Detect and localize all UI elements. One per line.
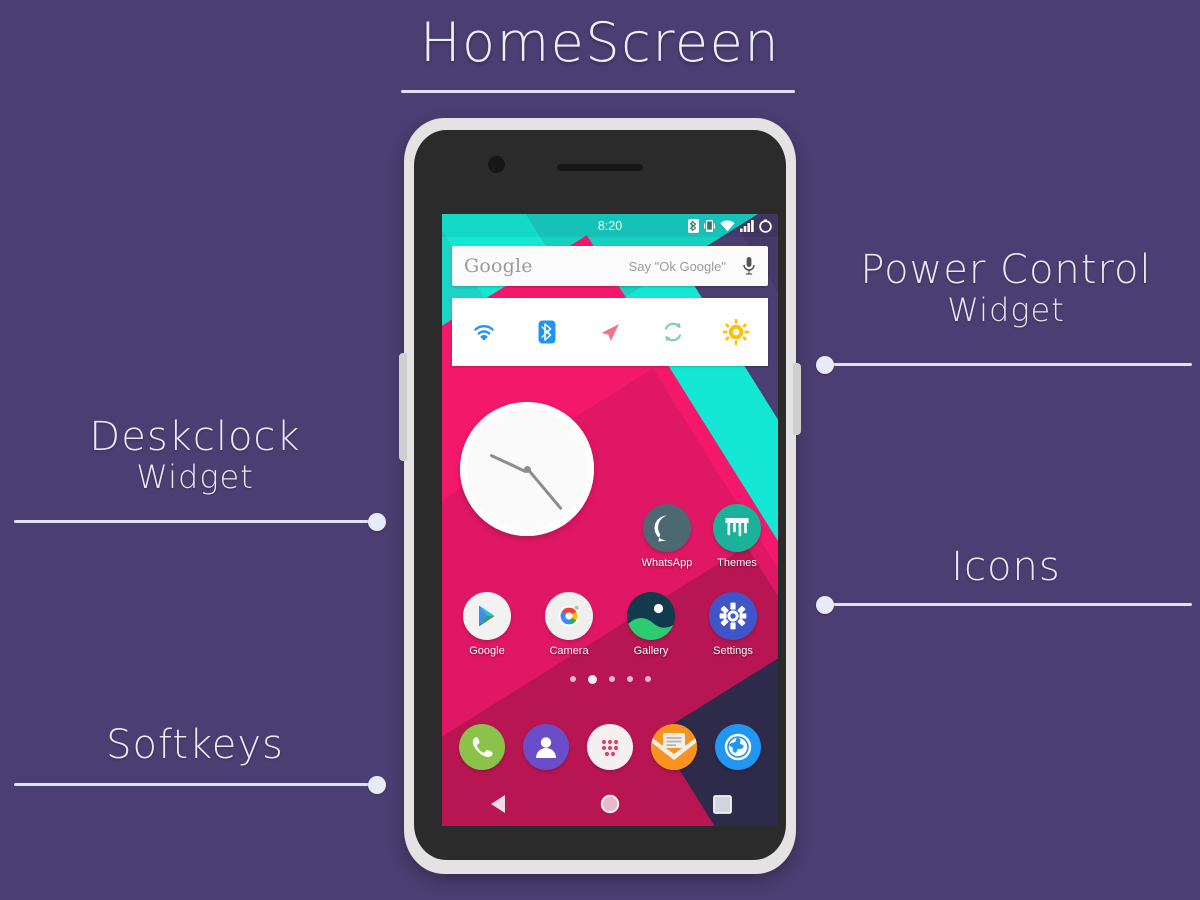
annotation-power-control: Power Control Widget: [812, 248, 1200, 329]
leader-line-softkeys: [14, 783, 374, 786]
clock-hour-hand: [489, 453, 527, 474]
clock-center-pin: [523, 465, 531, 473]
power-control-widget[interactable]: [452, 298, 768, 366]
page-dot[interactable]: [569, 676, 576, 682]
search-placeholder: Say "Ok Google": [628, 258, 726, 274]
power-toggle-wifi[interactable]: [464, 312, 504, 352]
page-dot[interactable]: [626, 676, 633, 682]
wifi-icon: [720, 219, 735, 231]
volume-button[interactable]: [399, 353, 407, 461]
status-bar-time: 8:20: [597, 218, 623, 233]
whatsapp-icon: [643, 504, 691, 552]
leader-dot-softkeys: [368, 776, 386, 794]
page-dot[interactable]: [608, 676, 615, 682]
power-toggle-sync[interactable]: [653, 312, 693, 352]
annotation-icons: Icons: [951, 544, 1061, 590]
wifi-icon: [473, 325, 494, 341]
phone-front-face: 8:20 Google Say "Ok Google" WhatsApp The…: [414, 130, 786, 860]
vibrate-icon: [704, 219, 715, 232]
status-bar-icons: [688, 218, 772, 233]
leader-dot-icons: [816, 596, 834, 614]
app-row-2: Google Camera Gallery Settings: [442, 592, 778, 657]
signal-icon: [740, 219, 754, 232]
bluetooth-icon: [688, 218, 699, 233]
navbar-softkeys: [442, 782, 778, 826]
power-toggle-brightness[interactable]: [716, 312, 756, 352]
page-title: HomeScreen: [419, 11, 781, 74]
browser-globe-icon[interactable]: [715, 724, 761, 770]
app-gallery[interactable]: Gallery: [616, 592, 686, 657]
phone-device: 8:20 Google Say "Ok Google" WhatsApp The…: [399, 118, 801, 874]
front-camera-icon: [488, 156, 505, 173]
app-label: Camera: [549, 645, 589, 657]
annotation-deskclock-line2: Widget: [136, 458, 254, 496]
app-label: Themes: [717, 557, 757, 569]
page-dot-active[interactable]: [587, 674, 597, 684]
power-toggle-gps[interactable]: [590, 312, 630, 352]
app-settings[interactable]: Settings: [698, 592, 768, 657]
app-label: Google: [469, 645, 505, 657]
page-indicator[interactable]: [442, 674, 778, 684]
back-triangle-icon[interactable]: [478, 784, 518, 824]
title-underline: [401, 90, 795, 93]
google-logo: Google: [464, 255, 533, 277]
email-icon[interactable]: [651, 724, 697, 770]
app-label: Gallery: [633, 645, 669, 657]
app-whatsapp[interactable]: WhatsApp: [632, 504, 702, 569]
earpiece-speaker: [557, 164, 643, 171]
app-drawer-icon[interactable]: [587, 724, 633, 770]
battery-icon: [759, 218, 772, 233]
contacts-icon[interactable]: [523, 724, 569, 770]
sync-icon: [665, 322, 682, 342]
app-row-1: WhatsApp Themes: [442, 504, 778, 569]
home-circle-icon[interactable]: [590, 784, 630, 824]
dock: [442, 724, 778, 770]
power-toggle-bluetooth[interactable]: [527, 312, 567, 352]
leader-dot-power-control: [816, 356, 834, 374]
status-bar[interactable]: 8:20: [442, 214, 778, 237]
annotation-power-control-line2: Widget: [947, 291, 1065, 329]
annotation-deskclock: Deskclock Widget: [0, 415, 390, 496]
app-label: WhatsApp: [641, 557, 693, 569]
app-camera[interactable]: Camera: [534, 592, 604, 657]
page-dot[interactable]: [644, 676, 651, 682]
annotation-softkeys: Softkeys: [106, 722, 284, 768]
recents-square-icon[interactable]: [702, 784, 742, 824]
power-button[interactable]: [793, 363, 801, 435]
leader-line-power-control: [826, 363, 1192, 366]
app-google[interactable]: Google: [452, 592, 522, 657]
phone-icon[interactable]: [459, 724, 505, 770]
bluetooth-icon: [538, 320, 556, 344]
camera-icon: [545, 592, 593, 640]
app-themes[interactable]: Themes: [702, 504, 772, 569]
settings-gear-icon: [709, 592, 757, 640]
leader-line-icons: [826, 603, 1192, 606]
annotation-deskclock-line1: Deskclock: [89, 414, 301, 460]
microphone-icon[interactable]: [742, 256, 756, 276]
themes-icon: [713, 504, 761, 552]
phone-screen[interactable]: 8:20 Google Say "Ok Google" WhatsApp The…: [442, 214, 778, 826]
leader-line-deskclock: [14, 520, 374, 523]
brightness-icon: [723, 319, 750, 345]
location-icon: [601, 324, 619, 341]
gallery-icon: [627, 592, 675, 640]
google-search-widget[interactable]: Google Say "Ok Google": [452, 246, 768, 286]
app-label: Settings: [713, 645, 753, 657]
leader-dot-deskclock: [368, 513, 386, 531]
play-store-icon: [463, 592, 511, 640]
annotation-power-control-line1: Power Control: [860, 247, 1152, 293]
